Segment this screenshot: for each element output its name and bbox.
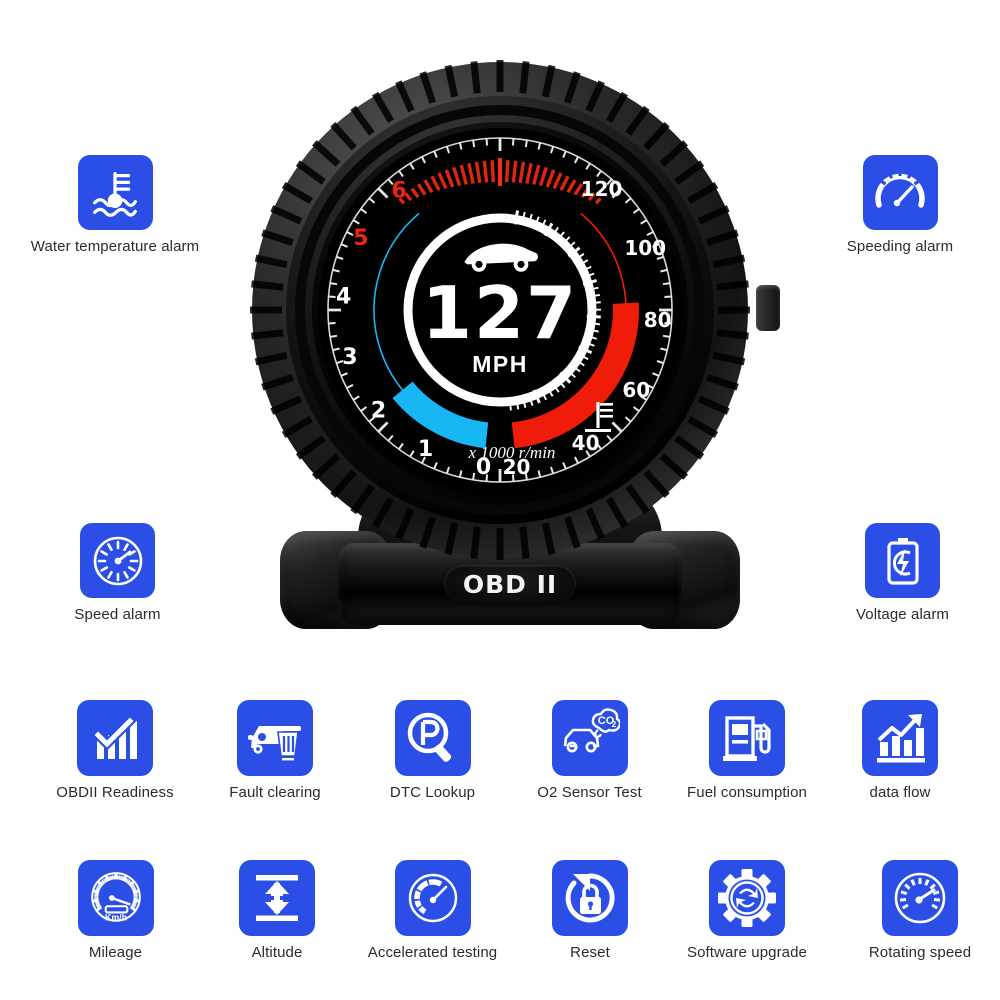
rpm-tick: 3 bbox=[342, 345, 357, 370]
speeding-gauge-icon bbox=[862, 155, 938, 230]
feature-label: Rotating speed bbox=[868, 944, 972, 961]
feature-label: O2 Sensor Test bbox=[537, 784, 642, 801]
feature-data-flow[interactable]: data flow bbox=[845, 700, 955, 801]
acceleration-gauge-icon bbox=[394, 860, 471, 936]
rpm-tick: 1 bbox=[418, 437, 433, 462]
rpm-tick: 5 bbox=[353, 226, 368, 251]
rpm-unit-label: x 1000 r/min bbox=[468, 443, 556, 462]
magnifier-p-icon bbox=[394, 700, 471, 776]
car-co2-icon: CO 2 bbox=[551, 700, 628, 776]
bar-chart-arrow-icon bbox=[862, 700, 938, 776]
check-bars-icon bbox=[77, 700, 153, 776]
feature-label: Altitude bbox=[251, 944, 303, 961]
feature-label: Speed alarm bbox=[74, 606, 161, 623]
svg-text:Km/h: Km/h bbox=[105, 913, 127, 923]
feature-accelerated-testing[interactable]: Accelerated testing bbox=[350, 860, 515, 961]
feature-label: Reset bbox=[570, 944, 610, 961]
fuel-pump-icon bbox=[709, 700, 785, 776]
feature-label: Accelerated testing bbox=[367, 944, 498, 961]
water-temperature-icon bbox=[77, 155, 153, 230]
temp-tick: 40 bbox=[572, 431, 600, 455]
rpm-tick: 4 bbox=[336, 284, 351, 309]
device-bezel: 0123456 20406080100120 127 MPH x 1000 r/… bbox=[250, 60, 750, 560]
tachometer-icon bbox=[882, 860, 958, 936]
feature-obdii-readiness[interactable]: OBDII Readiness bbox=[35, 700, 195, 801]
product-infographic: OBD II 0 1 2 3 4 5 6 20 40 60 80 100 120… bbox=[0, 0, 1000, 1000]
feature-voltage-alarm[interactable]: Voltage alarm bbox=[805, 523, 1000, 623]
feature-label: Water temperature alarm bbox=[30, 238, 200, 255]
temp-tick: 60 bbox=[622, 378, 650, 402]
feature-label: Speeding alarm bbox=[846, 238, 954, 255]
speedometer-dial-icon bbox=[80, 523, 155, 598]
temp-tick: 80 bbox=[644, 308, 672, 332]
rpm-tick: 6 bbox=[391, 179, 406, 204]
feature-water-temperature-alarm[interactable]: Water temperature alarm bbox=[10, 155, 220, 255]
feature-label: Fault clearing bbox=[229, 784, 321, 801]
feature-label: Fuel consumption bbox=[687, 784, 807, 801]
side-button[interactable] bbox=[756, 285, 780, 331]
temp-tick: 120 bbox=[581, 177, 623, 201]
mileage-gauge-icon: Km/h bbox=[77, 860, 154, 936]
vertical-arrows-icon bbox=[239, 860, 315, 936]
feature-speeding-alarm[interactable]: Speeding alarm bbox=[800, 155, 1000, 255]
feature-reset[interactable]: Reset bbox=[550, 860, 630, 961]
feature-rotating-speed[interactable]: Rotating speed bbox=[845, 860, 995, 961]
feature-fuel-consumption[interactable]: Fuel consumption bbox=[672, 700, 822, 801]
feature-altitude[interactable]: Altitude bbox=[232, 860, 322, 961]
feature-fault-clearing[interactable]: Fault clearing bbox=[210, 700, 340, 801]
feature-label: Software upgrade bbox=[686, 944, 807, 961]
battery-bolt-icon bbox=[865, 523, 940, 598]
obd-hud-device: OBD II 0 1 2 3 4 5 6 20 40 60 80 100 120… bbox=[250, 60, 780, 660]
feature-label: OBDII Readiness bbox=[56, 784, 174, 801]
feature-o2-sensor-test[interactable]: CO 2 O2 Sensor Test bbox=[522, 700, 657, 801]
rpm-tick: 2 bbox=[371, 399, 386, 424]
feature-speed-alarm[interactable]: Speed alarm bbox=[30, 523, 205, 623]
temp-tick: 100 bbox=[624, 236, 666, 260]
svg-text:2: 2 bbox=[611, 720, 616, 729]
speed-value: 127 bbox=[422, 271, 578, 355]
feature-label: Mileage bbox=[88, 944, 143, 961]
reset-lock-icon bbox=[552, 860, 628, 936]
brand-badge: OBD II bbox=[444, 565, 576, 603]
car-trash-icon bbox=[237, 700, 313, 776]
feature-label: DTC Lookup bbox=[389, 784, 476, 801]
feature-label: Voltage alarm bbox=[855, 606, 950, 623]
speed-unit: MPH bbox=[472, 351, 528, 377]
feature-software-upgrade[interactable]: Software upgrade bbox=[672, 860, 822, 961]
feature-label: data flow bbox=[869, 784, 931, 801]
feature-dtc-lookup[interactable]: DTC Lookup bbox=[375, 700, 490, 801]
feature-mileage[interactable]: Km/h Mileage bbox=[58, 860, 173, 961]
gear-refresh-icon bbox=[709, 860, 785, 936]
